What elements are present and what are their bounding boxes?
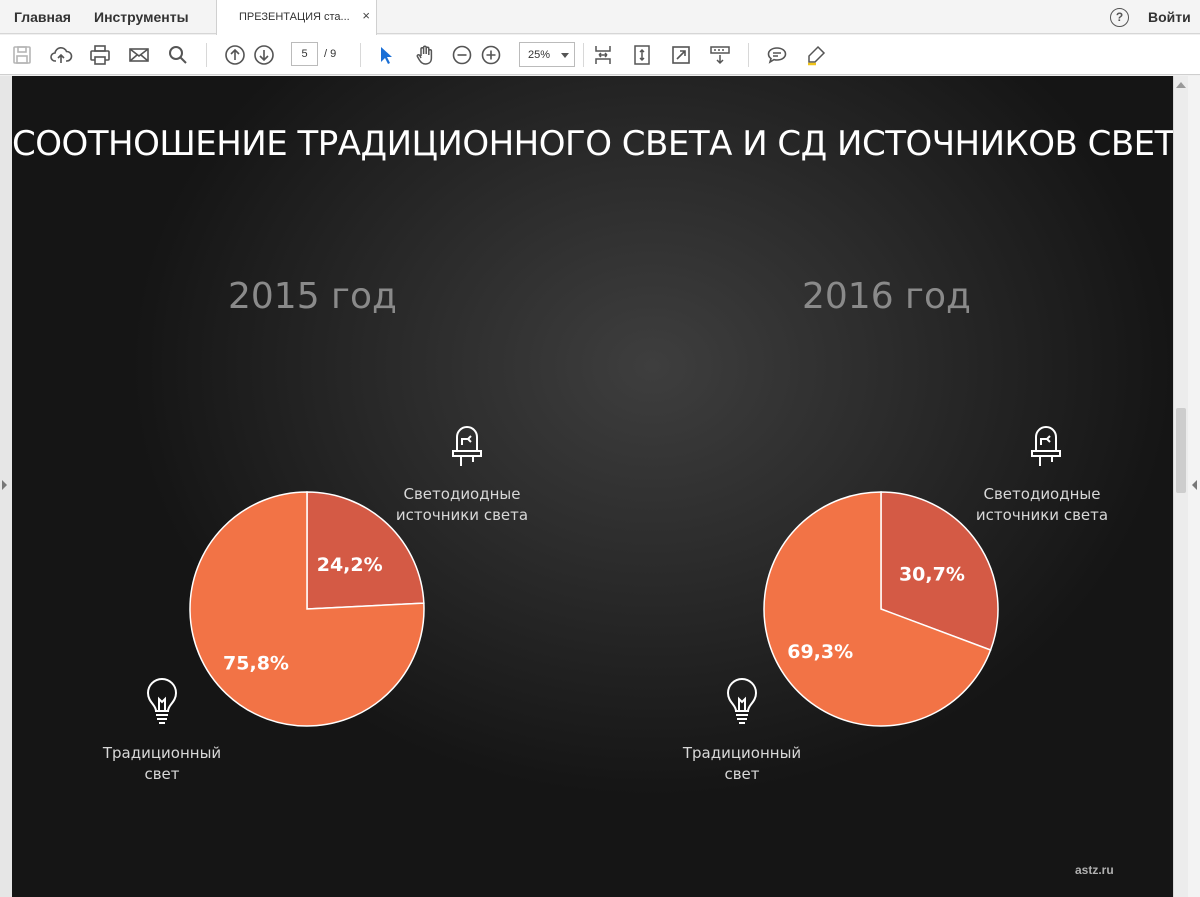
page-down-icon[interactable] [252, 43, 276, 67]
page-up-icon[interactable] [223, 43, 247, 67]
scroll-up-icon[interactable] [1176, 82, 1186, 88]
read-mode-icon[interactable] [708, 43, 732, 67]
caption-led-2016: Светодиодные источники света [975, 485, 1109, 524]
toolbar-separator [206, 43, 207, 67]
slide-title: СООТНОШЕНИЕ ТРАДИЦИОННОГО СВЕТА И СД ИСТ… [12, 124, 1173, 164]
print-icon[interactable] [88, 43, 112, 67]
document-viewport: СООТНОШЕНИЕ ТРАДИЦИОННОГО СВЕТА И СД ИСТ… [0, 76, 1200, 897]
led-icon [452, 426, 482, 466]
year-2015-label: 2015 год [228, 276, 397, 317]
signin-button[interactable]: Войти [1148, 9, 1191, 25]
light-bulb-icon [146, 678, 178, 724]
pie-data-label-led: 24,2% [317, 554, 383, 576]
highlight-icon[interactable] [804, 43, 828, 67]
help-icon[interactable]: ? [1110, 8, 1129, 27]
caption-traditional-2016: Традиционный свет [682, 744, 802, 783]
led-icon [1031, 426, 1061, 466]
comment-icon[interactable] [765, 43, 789, 67]
fullscreen-icon[interactable] [669, 43, 693, 67]
fit-page-icon[interactable] [591, 43, 615, 67]
slide-page: СООТНОШЕНИЕ ТРАДИЦИОННОГО СВЕТА И СД ИСТ… [12, 76, 1173, 897]
zoom-out-icon[interactable] [450, 43, 474, 67]
pie-data-label-traditional: 75,8% [223, 653, 289, 675]
page-number-input[interactable]: 5 [291, 42, 318, 66]
save-icon[interactable] [10, 43, 34, 67]
chevron-down-icon [561, 53, 569, 58]
menu-home[interactable]: Главная [14, 9, 71, 25]
year-2016-label: 2016 год [802, 276, 971, 317]
page-total: / 9 [324, 48, 337, 60]
pie-data-label-led: 30,7% [899, 564, 965, 586]
caption-traditional-2015: Традиционный свет [102, 744, 222, 783]
close-icon[interactable]: × [362, 9, 370, 22]
left-panel-toggle-icon[interactable] [2, 480, 7, 490]
document-tab[interactable]: ПРЕЗЕНТАЦИЯ ста... × [216, 0, 377, 35]
watermark: astz.ru [1075, 863, 1114, 877]
hand-icon[interactable] [413, 43, 437, 67]
menu-tools[interactable]: Инструменты [94, 9, 189, 25]
light-bulb-icon [726, 678, 758, 724]
toolbar-separator [748, 43, 749, 67]
upload-icon[interactable] [49, 43, 73, 67]
toolbar [0, 35, 1200, 75]
toolbar-separator [583, 43, 584, 67]
scrollbar-thumb[interactable] [1176, 408, 1186, 493]
zoom-select[interactable]: 25% [519, 42, 575, 67]
caption-led-2015: Светодиодные источники света [395, 485, 529, 524]
pie-data-label-traditional: 69,3% [787, 641, 853, 663]
top-menu-bar: Главная Инструменты ПРЕЗЕНТАЦИЯ ста... ×… [0, 0, 1200, 35]
toolbar-separator [360, 43, 361, 67]
email-icon[interactable] [127, 43, 151, 67]
zoom-value: 25% [528, 49, 551, 61]
document-tab-label: ПРЕЗЕНТАЦИЯ ста... [239, 11, 350, 23]
search-icon[interactable] [166, 43, 190, 67]
zoom-in-icon[interactable] [479, 43, 503, 67]
right-panel-toggle-icon[interactable] [1192, 480, 1197, 490]
scroll-mode-icon[interactable] [630, 43, 654, 67]
select-arrow-icon[interactable] [374, 43, 398, 67]
